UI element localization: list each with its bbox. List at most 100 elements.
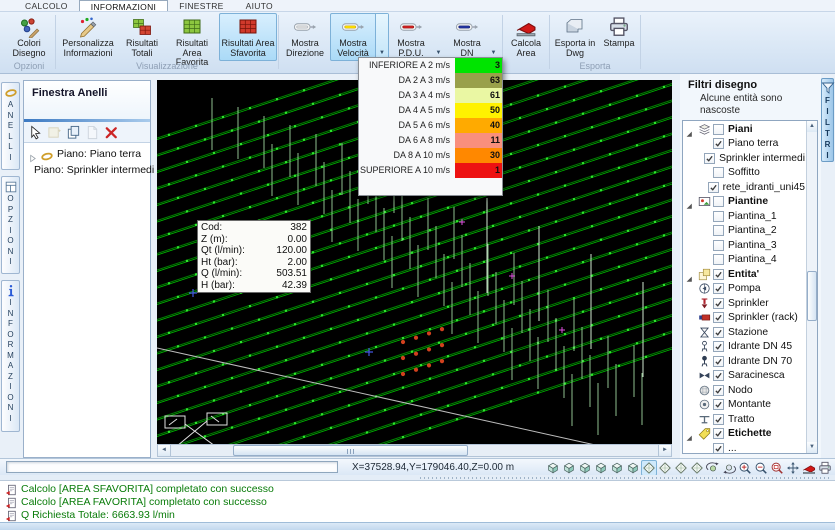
scroll-left-arrow[interactable]: ◄ — [158, 445, 171, 456]
pan-icon[interactable] — [785, 460, 801, 476]
filter-item-row[interactable]: Pompa — [683, 282, 805, 297]
risultati-totali-button[interactable]: Risultati Totali — [119, 13, 165, 61]
sidebar-tab-anelli[interactable]: ANELLI — [1, 82, 20, 170]
personalizza-informazioni-button[interactable]: Personalizza Informazioni — [57, 13, 119, 61]
visibility-checkbox[interactable] — [713, 385, 724, 396]
visibility-checkbox[interactable] — [713, 399, 724, 410]
tree-item-piano[interactable]: Piano: Piano terra — [24, 146, 150, 162]
scroll-up-arrow[interactable]: ▲ — [807, 121, 817, 132]
view-cube-top-icon[interactable] — [609, 460, 625, 476]
view-iso-sw-icon[interactable] — [641, 460, 657, 476]
view-iso-se-icon[interactable] — [657, 460, 673, 476]
visibility-checkbox[interactable] — [713, 312, 724, 323]
velocity-range-item[interactable]: DA 6 A 8 m/s11 — [359, 133, 502, 148]
calcola-area-icon[interactable] — [801, 460, 817, 476]
visibility-checkbox[interactable] — [713, 225, 724, 236]
view-cube-se-icon[interactable] — [561, 460, 577, 476]
tab-aiuto[interactable]: AIUTO — [235, 0, 284, 11]
filter-item-row[interactable]: ... — [683, 441, 805, 454]
tab-informazioni[interactable]: INFORMAZIONI — [79, 0, 168, 11]
zoom-out-icon[interactable] — [753, 460, 769, 476]
velocity-range-item[interactable]: DA 8 A 10 m/s30 — [359, 148, 502, 163]
visibility-checkbox[interactable] — [713, 428, 724, 439]
expander-icon[interactable] — [683, 125, 695, 134]
visibility-checkbox[interactable] — [704, 153, 715, 164]
view-iso-ne-icon[interactable] — [673, 460, 689, 476]
filter-item-row[interactable]: Idrante DN 45 — [683, 340, 805, 355]
mostra-velocita-dropdown-arrow[interactable]: ▼ — [375, 14, 388, 60]
viewport-horizontal-scrollbar[interactable]: ◄ ► — [157, 444, 672, 457]
scroll-down-arrow[interactable]: ▼ — [807, 442, 817, 453]
filter-item-row[interactable]: Piantina_2 — [683, 224, 805, 239]
risultati-area-sfavorita-button[interactable]: Risultati Area Sfavorita — [219, 13, 277, 61]
visibility-checkbox[interactable] — [713, 269, 724, 280]
view-cube-sw-icon[interactable] — [545, 460, 561, 476]
orbit-icon[interactable] — [705, 460, 721, 476]
velocity-range-item[interactable]: DA 2 A 3 m/s63 — [359, 73, 502, 88]
sidebar-tab-informazioni[interactable]: INFORMAZIONI — [1, 280, 20, 432]
filter-item-row[interactable]: Piantina_1 — [683, 209, 805, 224]
filter-item-row[interactable]: Montante — [683, 398, 805, 413]
visibility-checkbox[interactable] — [713, 341, 724, 352]
filter-item-row[interactable]: Sprinkler (rack) — [683, 311, 805, 326]
filter-item-row[interactable]: Soffitto — [683, 166, 805, 181]
mostra-direzione-button[interactable]: Mostra Direzione — [280, 13, 330, 61]
visibility-checkbox[interactable] — [708, 182, 719, 193]
visibility-checkbox[interactable] — [713, 283, 724, 294]
expander-icon[interactable] — [28, 150, 37, 159]
cursor-icon[interactable] — [28, 125, 43, 140]
visibility-checkbox[interactable] — [713, 414, 724, 425]
risultati-area-favorita-button[interactable]: Risultati Area Favorita — [165, 13, 219, 61]
mostra-dn-dropdown-arrow[interactable]: ▼ — [487, 14, 500, 60]
filter-item-row[interactable]: Piantina_4 — [683, 253, 805, 268]
visibility-checkbox[interactable] — [713, 298, 724, 309]
visibility-checkbox[interactable] — [713, 254, 724, 265]
view-cube-nw-icon[interactable] — [593, 460, 609, 476]
new-icon[interactable] — [47, 125, 62, 140]
sidebar-tab-filtri[interactable]: FILTRI — [821, 78, 834, 162]
filter-item-row[interactable]: Sprinkler — [683, 296, 805, 311]
visibility-checkbox[interactable] — [713, 196, 724, 207]
zoom-window-icon[interactable] — [769, 460, 785, 476]
sidebar-tab-opzioni[interactable]: OPZIONI — [1, 176, 20, 274]
visibility-checkbox[interactable] — [713, 356, 724, 367]
zoom-extents-icon[interactable] — [737, 460, 753, 476]
velocity-range-item[interactable]: DA 3 A 4 m/s61 — [359, 88, 502, 103]
esporta-dwg-button[interactable]: Esporta in Dwg — [551, 13, 599, 61]
delete-icon[interactable] — [104, 125, 119, 140]
filter-item-row[interactable]: Sprinkler intermedi — [683, 151, 805, 166]
visibility-checkbox[interactable] — [713, 327, 724, 338]
filter-item-row[interactable]: rete_idranti_uni45 — [683, 180, 805, 195]
visibility-checkbox[interactable] — [713, 167, 724, 178]
calcola-area-button[interactable]: Calcola Area — [504, 13, 548, 61]
filter-item-row[interactable]: Tratto — [683, 412, 805, 427]
view-cube-bottom-icon[interactable] — [625, 460, 641, 476]
stampa-button[interactable]: Stampa — [599, 13, 639, 61]
visibility-checkbox[interactable] — [713, 211, 724, 222]
expander-icon[interactable] — [683, 429, 695, 438]
velocity-range-item[interactable]: SUPERIORE A 10 m/s1 — [359, 163, 502, 178]
scrollbar-thumb[interactable] — [807, 271, 817, 321]
filter-item-row[interactable]: Saracinesca — [683, 369, 805, 384]
splitter-grip[interactable] — [420, 477, 831, 479]
colori-disegno-button[interactable]: Colori Disegno — [4, 13, 54, 61]
filter-item-row[interactable]: Piantina_3 — [683, 238, 805, 253]
tree-item-piano[interactable]: Piano: Sprinkler intermedi — [24, 162, 150, 178]
expander-icon[interactable] — [683, 197, 695, 206]
filter-item-row[interactable]: Idrante DN 70 — [683, 354, 805, 369]
filter-group-row[interactable]: Entita' — [683, 267, 805, 282]
tab-finestre[interactable]: FINESTRE — [168, 0, 234, 11]
visibility-checkbox[interactable] — [713, 370, 724, 381]
tree-vertical-scrollbar[interactable]: ▲ ▼ — [806, 121, 817, 453]
view-iso-nw-icon[interactable] — [689, 460, 705, 476]
mostra-velocita-button[interactable]: Mostra Velocità — [331, 14, 375, 60]
velocity-range-item[interactable]: DA 4 A 5 m/s50 — [359, 103, 502, 118]
filter-group-row[interactable]: Piani — [683, 122, 805, 137]
scrollbar-thumb[interactable] — [233, 445, 468, 456]
tab-calcolo[interactable]: CALCOLO — [14, 0, 79, 11]
filter-item-row[interactable]: Nodo — [683, 383, 805, 398]
filter-item-row[interactable]: Stazione — [683, 325, 805, 340]
mostra-pdu-dropdown-arrow[interactable]: ▼ — [432, 14, 445, 60]
orbit-continuous-icon[interactable] — [721, 460, 737, 476]
filter-group-row[interactable]: Piantine — [683, 195, 805, 210]
